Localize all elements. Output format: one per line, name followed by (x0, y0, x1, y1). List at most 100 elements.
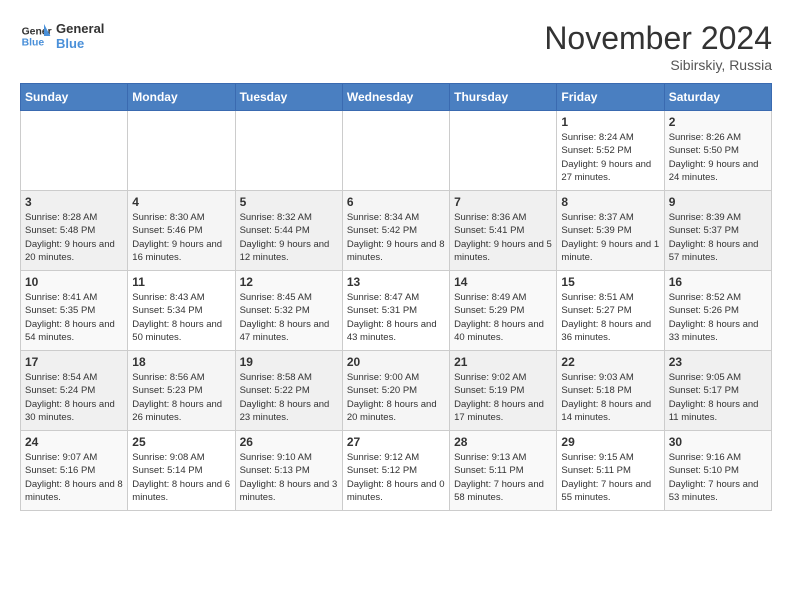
calendar-cell: 23Sunrise: 9:05 AMSunset: 5:17 PMDayligh… (664, 351, 771, 431)
calendar-cell: 2 Sunrise: 8:26 AMSunset: 5:50 PMDaylight… (664, 111, 771, 191)
day-number: 8 (561, 195, 659, 209)
day-info: Sunrise: 8:49 AMSunset: 5:29 PMDaylight:… (454, 291, 552, 344)
calendar-cell: 28 Sunrise: 9:13 AMSunset: 5:11 PMDayligh… (450, 431, 557, 511)
day-info: Sunrise: 8:39 AMSunset: 5:37 PMDaylight:… (669, 211, 767, 264)
day-number: 16 (669, 275, 767, 289)
title-block: November 2024 Sibirskiy, Russia (544, 20, 772, 73)
calendar-body: 1 Sunrise: 8:24 AMSunset: 5:52 PMDaylight… (21, 111, 772, 511)
day-info: Sunrise: 9:03 AMSunset: 5:18 PMDaylight:… (561, 371, 659, 424)
day-info: Sunrise: 8:30 AMSunset: 5:46 PMDaylight:… (132, 211, 230, 264)
day-info: Sunrise: 8:51 AMSunset: 5:27 PMDaylight:… (561, 291, 659, 344)
calendar-cell: 10 Sunrise: 8:41 AMSunset: 5:35 PMDayligh… (21, 271, 128, 351)
day-info: Sunrise: 8:47 AMSunset: 5:31 PMDaylight:… (347, 291, 445, 344)
weekday-header-tuesday: Tuesday (235, 84, 342, 111)
calendar-cell: 18Sunrise: 8:56 AMSunset: 5:23 PMDayligh… (128, 351, 235, 431)
calendar-cell: 1 Sunrise: 8:24 AMSunset: 5:52 PMDaylight… (557, 111, 664, 191)
calendar-cell: 12 Sunrise: 8:45 AMSunset: 5:32 PMDayligh… (235, 271, 342, 351)
location: Sibirskiy, Russia (544, 57, 772, 73)
calendar-cell: 11Sunrise: 8:43 AMSunset: 5:34 PMDayligh… (128, 271, 235, 351)
calendar-cell: 27 Sunrise: 9:12 AMSunset: 5:12 PMDayligh… (342, 431, 449, 511)
day-info: Sunrise: 8:56 AMSunset: 5:23 PMDaylight:… (132, 371, 230, 424)
calendar-week-1: 1 Sunrise: 8:24 AMSunset: 5:52 PMDaylight… (21, 111, 772, 191)
day-number: 28 (454, 435, 552, 449)
calendar-cell: 30 Sunrise: 9:16 AMSunset: 5:10 PMDayligh… (664, 431, 771, 511)
day-info: Sunrise: 8:41 AMSunset: 5:35 PMDaylight:… (25, 291, 123, 344)
calendar-cell (235, 111, 342, 191)
day-number: 30 (669, 435, 767, 449)
calendar-cell: 29 Sunrise: 9:15 AMSunset: 5:11 PMDayligh… (557, 431, 664, 511)
weekday-header-saturday: Saturday (664, 84, 771, 111)
month-title: November 2024 (544, 20, 772, 57)
day-number: 7 (454, 195, 552, 209)
calendar-cell: 25Sunrise: 9:08 AMSunset: 5:14 PMDayligh… (128, 431, 235, 511)
calendar-cell: 3Sunrise: 8:28 AMSunset: 5:48 PMDaylight… (21, 191, 128, 271)
calendar-cell: 17 Sunrise: 8:54 AMSunset: 5:24 PMDayligh… (21, 351, 128, 431)
calendar-cell: 9 Sunrise: 8:39 AMSunset: 5:37 PMDaylight… (664, 191, 771, 271)
weekday-header-monday: Monday (128, 84, 235, 111)
weekday-row: SundayMondayTuesdayWednesdayThursdayFrid… (21, 84, 772, 111)
day-number: 20 (347, 355, 445, 369)
day-number: 24 (25, 435, 123, 449)
calendar-week-2: 3Sunrise: 8:28 AMSunset: 5:48 PMDaylight… (21, 191, 772, 271)
logo-general: General (56, 21, 104, 36)
day-info: Sunrise: 9:13 AMSunset: 5:11 PMDaylight:… (454, 451, 552, 504)
calendar-cell: 22 Sunrise: 9:03 AMSunset: 5:18 PMDayligh… (557, 351, 664, 431)
day-number: 19 (240, 355, 338, 369)
day-info: Sunrise: 9:15 AMSunset: 5:11 PMDaylight:… (561, 451, 659, 504)
calendar-cell (450, 111, 557, 191)
day-info: Sunrise: 9:00 AMSunset: 5:20 PMDaylight:… (347, 371, 445, 424)
day-number: 5 (240, 195, 338, 209)
calendar-cell: 21Sunrise: 9:02 AMSunset: 5:19 PMDayligh… (450, 351, 557, 431)
day-number: 2 (669, 115, 767, 129)
day-number: 27 (347, 435, 445, 449)
day-number: 14 (454, 275, 552, 289)
calendar-cell: 13 Sunrise: 8:47 AMSunset: 5:31 PMDayligh… (342, 271, 449, 351)
calendar-cell: 26 Sunrise: 9:10 AMSunset: 5:13 PMDayligh… (235, 431, 342, 511)
calendar-table: SundayMondayTuesdayWednesdayThursdayFrid… (20, 83, 772, 511)
day-info: Sunrise: 9:16 AMSunset: 5:10 PMDaylight:… (669, 451, 767, 504)
day-number: 22 (561, 355, 659, 369)
day-number: 3 (25, 195, 123, 209)
day-number: 13 (347, 275, 445, 289)
day-number: 9 (669, 195, 767, 209)
day-number: 29 (561, 435, 659, 449)
day-info: Sunrise: 8:34 AMSunset: 5:42 PMDaylight:… (347, 211, 445, 264)
day-info: Sunrise: 8:43 AMSunset: 5:34 PMDaylight:… (132, 291, 230, 344)
day-info: Sunrise: 8:24 AMSunset: 5:52 PMDaylight:… (561, 131, 659, 184)
weekday-header-thursday: Thursday (450, 84, 557, 111)
day-info: Sunrise: 9:10 AMSunset: 5:13 PMDaylight:… (240, 451, 338, 504)
day-number: 12 (240, 275, 338, 289)
day-info: Sunrise: 8:52 AMSunset: 5:26 PMDaylight:… (669, 291, 767, 344)
day-info: Sunrise: 9:05 AMSunset: 5:17 PMDaylight:… (669, 371, 767, 424)
calendar-week-4: 17 Sunrise: 8:54 AMSunset: 5:24 PMDayligh… (21, 351, 772, 431)
svg-text:Blue: Blue (22, 38, 45, 49)
calendar-cell: 24 Sunrise: 9:07 AMSunset: 5:16 PMDayligh… (21, 431, 128, 511)
calendar-cell: 14 Sunrise: 8:49 AMSunset: 5:29 PMDayligh… (450, 271, 557, 351)
calendar-cell: 6 Sunrise: 8:34 AMSunset: 5:42 PMDaylight… (342, 191, 449, 271)
day-info: Sunrise: 8:37 AMSunset: 5:39 PMDaylight:… (561, 211, 659, 264)
weekday-header-wednesday: Wednesday (342, 84, 449, 111)
weekday-header-sunday: Sunday (21, 84, 128, 111)
calendar-cell (21, 111, 128, 191)
day-info: Sunrise: 8:36 AMSunset: 5:41 PMDaylight:… (454, 211, 552, 264)
calendar-cell (128, 111, 235, 191)
day-number: 25 (132, 435, 230, 449)
day-info: Sunrise: 8:26 AMSunset: 5:50 PMDaylight:… (669, 131, 767, 184)
day-number: 10 (25, 275, 123, 289)
day-info: Sunrise: 8:32 AMSunset: 5:44 PMDaylight:… (240, 211, 338, 264)
calendar-cell: 4Sunrise: 8:30 AMSunset: 5:46 PMDaylight… (128, 191, 235, 271)
day-number: 26 (240, 435, 338, 449)
logo: General Blue General Blue (20, 20, 104, 52)
weekday-header-friday: Friday (557, 84, 664, 111)
day-number: 17 (25, 355, 123, 369)
day-info: Sunrise: 8:54 AMSunset: 5:24 PMDaylight:… (25, 371, 123, 424)
calendar-week-3: 10 Sunrise: 8:41 AMSunset: 5:35 PMDayligh… (21, 271, 772, 351)
calendar-cell: 16 Sunrise: 8:52 AMSunset: 5:26 PMDayligh… (664, 271, 771, 351)
day-number: 1 (561, 115, 659, 129)
day-number: 6 (347, 195, 445, 209)
calendar-header: SundayMondayTuesdayWednesdayThursdayFrid… (21, 84, 772, 111)
day-info: Sunrise: 9:12 AMSunset: 5:12 PMDaylight:… (347, 451, 445, 504)
day-info: Sunrise: 8:45 AMSunset: 5:32 PMDaylight:… (240, 291, 338, 344)
day-info: Sunrise: 9:07 AMSunset: 5:16 PMDaylight:… (25, 451, 123, 504)
logo-blue: Blue (56, 36, 104, 51)
